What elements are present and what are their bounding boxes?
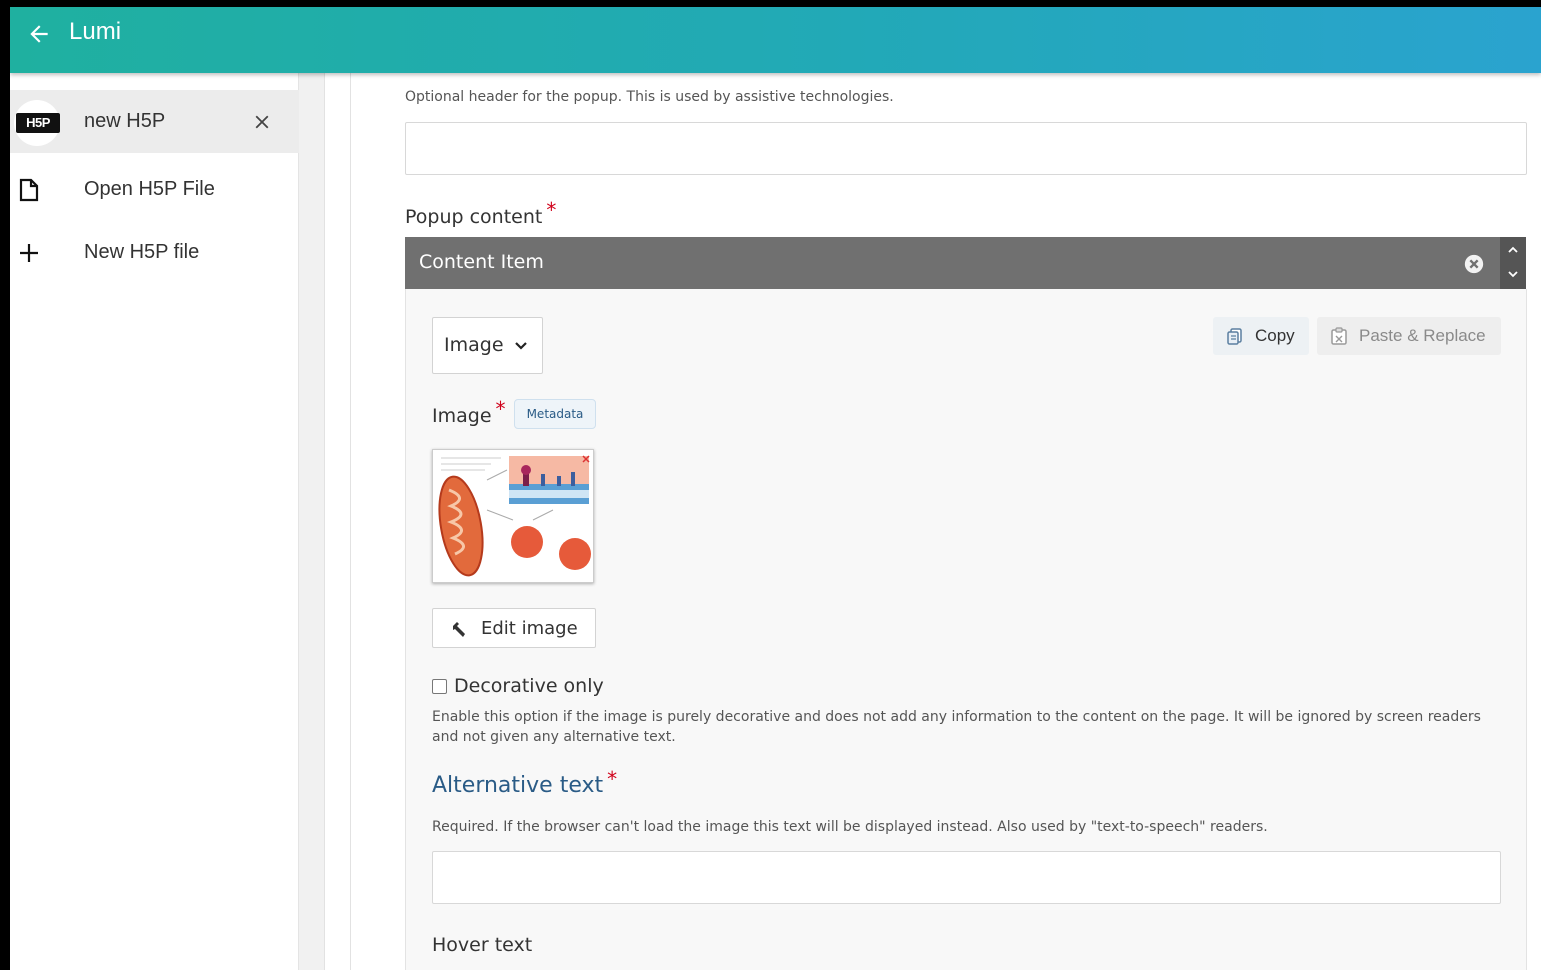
chevron-down-icon	[515, 342, 527, 350]
sidebar: H5P new H5P Open H5P File New H5P file	[10, 73, 299, 970]
alt-text-label: Alternative text *	[432, 767, 617, 798]
alt-text-description: Required. If the browser can't load the …	[432, 819, 1268, 835]
content-item-body: Image Copy Paste & Replace Image * Metad…	[405, 289, 1527, 970]
decorative-checkbox[interactable]	[432, 679, 447, 694]
chevron-up-icon[interactable]	[1506, 243, 1520, 257]
content-item-header[interactable]: Content Item	[405, 237, 1500, 289]
header-description: Optional header for the popup. This is u…	[405, 89, 894, 105]
h5p-logo-text: H5P	[16, 113, 60, 133]
mitochondria-illustration	[433, 450, 593, 582]
h5p-logo: H5P	[14, 100, 60, 146]
sidebar-item-label: new H5P	[84, 110, 166, 132]
sidebar-item-label: New H5P file	[84, 241, 200, 263]
top-bar: Lumi	[10, 7, 1541, 73]
library-select-value: Image	[444, 334, 504, 356]
image-label-text: Image	[432, 405, 492, 427]
app-title: Lumi	[69, 18, 122, 45]
plus-icon	[20, 244, 38, 262]
copy-button[interactable]: Copy	[1213, 317, 1309, 355]
paste-button-label: Paste & Replace	[1359, 326, 1486, 345]
image-label: Image *	[432, 397, 506, 427]
edit-image-button[interactable]: Edit image	[432, 608, 596, 648]
required-mark: *	[495, 397, 506, 421]
required-mark: *	[607, 767, 618, 791]
edit-image-label: Edit image	[481, 618, 578, 639]
decorative-label[interactable]: Decorative only	[454, 675, 604, 697]
arrow-back-icon[interactable]	[26, 21, 52, 47]
required-mark: *	[546, 198, 557, 222]
chevron-down-icon[interactable]	[1506, 267, 1520, 281]
decorative-description: Enable this option if the image is purel…	[432, 709, 1481, 745]
alt-text-label-text: Alternative text	[432, 773, 604, 798]
order-buttons	[1500, 237, 1526, 289]
image-thumbnail[interactable]	[432, 449, 594, 583]
copy-button-label: Copy	[1255, 326, 1295, 345]
sidebar-item-open-file[interactable]: Open H5P File	[10, 158, 299, 221]
file-icon	[19, 178, 39, 202]
popup-content-label: Popup content *	[405, 198, 556, 228]
panel-divider	[299, 73, 325, 970]
hover-text-label: Hover text	[432, 934, 533, 956]
close-icon[interactable]	[251, 111, 273, 133]
app-window: Lumi H5P new H5P Open H5P File New H5P f…	[10, 7, 1541, 970]
panel-divider	[325, 73, 351, 970]
metadata-button[interactable]: Metadata	[514, 399, 596, 429]
paste-icon	[1331, 327, 1347, 345]
remove-circle-icon[interactable]	[1463, 253, 1485, 275]
sidebar-item-new-h5p[interactable]: H5P new H5P	[10, 90, 299, 153]
library-select[interactable]: Image	[432, 317, 543, 374]
paste-replace-button[interactable]: Paste & Replace	[1317, 317, 1501, 355]
sidebar-item-new-file[interactable]: New H5P file	[10, 221, 299, 284]
alt-text-input[interactable]	[432, 851, 1501, 904]
content-item-title: Content Item	[419, 251, 544, 273]
header-input[interactable]	[405, 122, 1527, 175]
wrench-icon	[453, 622, 465, 637]
popup-content-label-text: Popup content	[405, 206, 543, 228]
sidebar-item-label: Open H5P File	[84, 178, 215, 200]
copy-icon	[1227, 328, 1242, 345]
